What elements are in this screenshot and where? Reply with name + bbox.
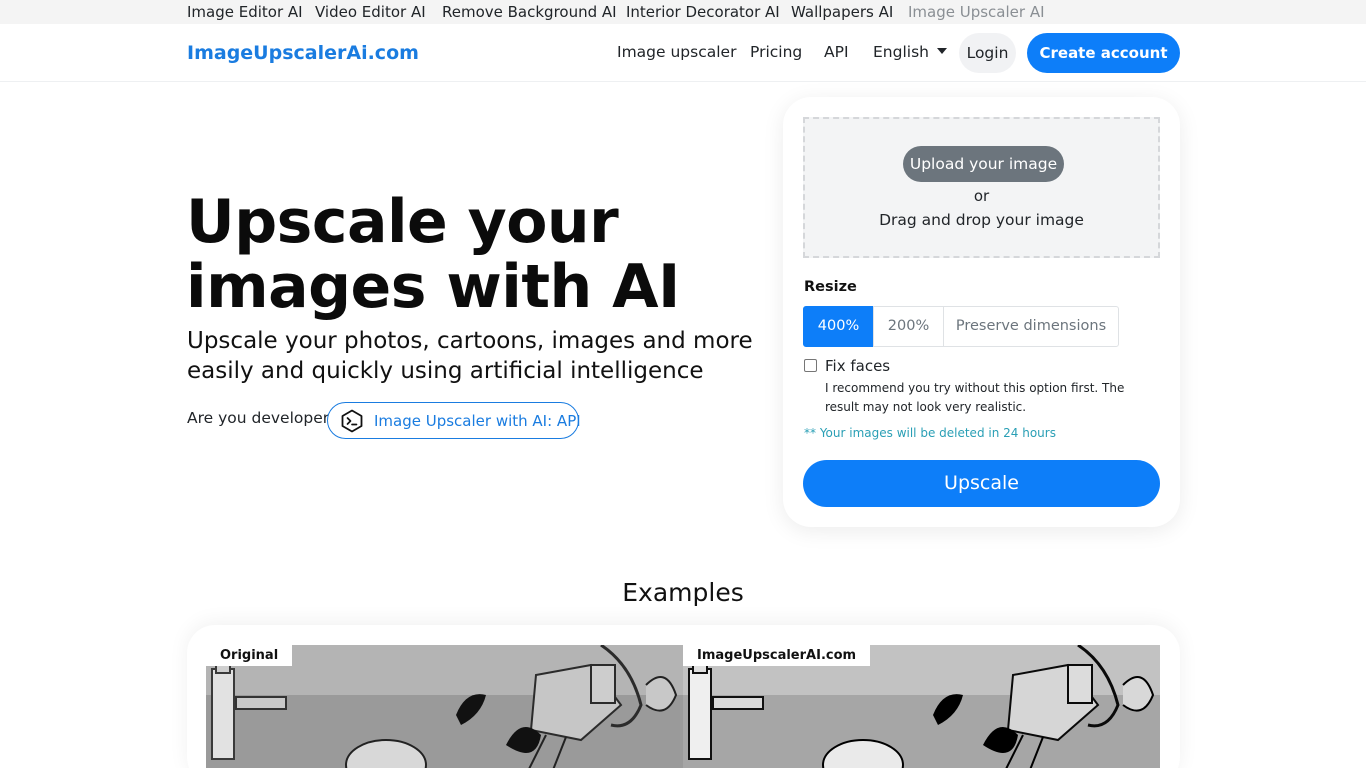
terminal-hexagon-icon	[340, 409, 364, 433]
examples-heading: Examples	[622, 578, 744, 607]
resize-option-200[interactable]: 200%	[873, 306, 944, 347]
resize-option-preserve[interactable]: Preserve dimensions	[943, 306, 1119, 347]
main-navbar: ImageUpscalerAi.com Image upscaler Prici…	[0, 24, 1366, 82]
upload-image-button[interactable]: Upload your image	[903, 146, 1064, 182]
hero-subtitle-line-2: easily and quickly using artificial inte…	[187, 358, 704, 384]
api-link-label: Image Upscaler with AI: API	[374, 412, 581, 430]
nav-link-image-upscaler[interactable]: Image upscaler	[617, 43, 736, 61]
topbar-link-video-editor[interactable]: Video Editor AI	[315, 3, 426, 21]
topbar-link-image-editor[interactable]: Image Editor AI	[187, 3, 303, 21]
fix-faces-label[interactable]: Fix faces	[825, 357, 890, 375]
examples-card: Original ImageUpscalerAI.com	[187, 625, 1180, 768]
upscale-form-card: Upload your image or Drag and drop your …	[783, 97, 1180, 527]
hero-title: Upscale your images with AI	[186, 190, 680, 320]
nav-link-pricing[interactable]: Pricing	[750, 43, 802, 61]
example-original-image: Original	[206, 645, 683, 768]
topbar-link-image-upscaler[interactable]: Image Upscaler AI	[908, 3, 1045, 21]
language-dropdown[interactable]: English	[873, 43, 947, 61]
api-link-button[interactable]: Image Upscaler with AI: API	[327, 402, 581, 439]
nav-link-api[interactable]: API	[824, 43, 849, 61]
topbar-link-wallpapers[interactable]: Wallpapers AI	[791, 3, 893, 21]
upscale-button[interactable]: Upscale	[803, 460, 1160, 507]
original-label: Original	[206, 645, 293, 666]
fix-faces-note: I recommend you try without this option …	[825, 381, 1125, 414]
hero-title-line-2: images with AI	[186, 252, 680, 322]
image-dropzone[interactable]: Upload your image or Drag and drop your …	[803, 117, 1160, 258]
topbar-link-interior-decorator[interactable]: Interior Decorator AI	[626, 3, 780, 21]
upscaled-label: ImageUpscalerAI.com	[683, 645, 871, 666]
brand-logo[interactable]: ImageUpscalerAi.com	[187, 42, 419, 64]
resize-option-400[interactable]: 400%	[803, 306, 874, 347]
caret-down-icon	[936, 47, 947, 54]
topbar-link-remove-background[interactable]: Remove Background AI	[442, 3, 617, 21]
or-separator: or	[973, 187, 990, 205]
create-account-button[interactable]: Create account	[1027, 33, 1180, 73]
hero-title-line-1: Upscale your	[186, 187, 619, 257]
hero-subtitle-line-1: Upscale your photos, cartoons, images an…	[187, 328, 753, 354]
login-button[interactable]: Login	[959, 33, 1016, 73]
example-upscaled-image: ImageUpscalerAI.com	[683, 645, 1160, 768]
hero-subtitle: Upscale your photos, cartoons, images an…	[187, 326, 753, 386]
language-label: English	[873, 43, 929, 61]
developer-prompt: Are you developer?	[187, 409, 338, 427]
deletion-notice: ** Your images will be deleted in 24 hou…	[804, 426, 1056, 440]
drag-drop-hint: Drag and drop your image	[879, 211, 1084, 229]
product-switcher-bar: Image Editor AI Video Editor AI Remove B…	[0, 0, 1366, 24]
fix-faces-checkbox[interactable]	[804, 359, 817, 372]
resize-label: Resize	[804, 279, 857, 295]
